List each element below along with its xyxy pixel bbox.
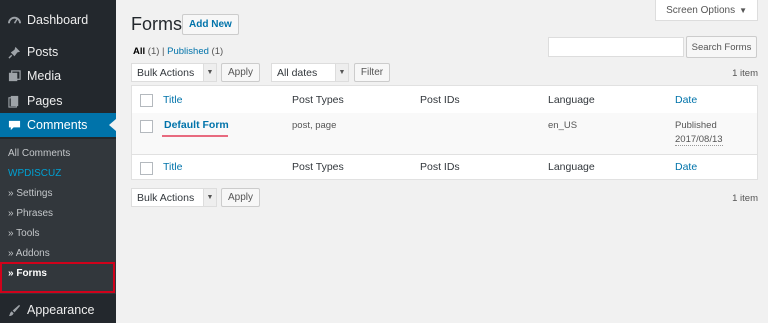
row-checkbox[interactable]: [140, 120, 153, 133]
dates-value: All dates: [277, 66, 318, 79]
filter-published-count: (1): [211, 46, 224, 57]
status-filter-links: All (1) | Published (1): [133, 46, 223, 57]
column-post-ids: Post IDs: [420, 94, 460, 106]
column-date[interactable]: Date: [675, 94, 697, 106]
page-title: Forms: [131, 14, 182, 34]
submenu-addons[interactable]: » Addons: [8, 248, 50, 259]
table-footer-row: Title Post Types Post IDs Language Date: [132, 154, 757, 180]
title-underline-annotation: [162, 135, 228, 137]
search-input[interactable]: [548, 37, 684, 57]
menu-pages[interactable]: Pages: [0, 89, 116, 113]
menu-appearance[interactable]: Appearance: [0, 298, 116, 322]
table-header-row: Title Post Types Post IDs Language Date: [132, 86, 757, 114]
column-language: Language: [548, 161, 595, 173]
apply-button-bottom[interactable]: Apply: [221, 188, 260, 207]
select-all-checkbox[interactable]: [140, 162, 153, 175]
column-post-ids: Post IDs: [420, 161, 460, 173]
items-count-bottom: 1 item: [732, 193, 758, 204]
screen-options-button[interactable]: Screen Options ▼: [655, 0, 758, 21]
comment-icon: [7, 118, 21, 132]
filter-separator: |: [162, 46, 165, 57]
chevron-down-icon: ▼: [335, 64, 348, 81]
dates-select[interactable]: All dates ▼: [271, 63, 349, 82]
column-language: Language: [548, 94, 595, 106]
bulk-actions-select[interactable]: Bulk Actions ▼: [131, 63, 217, 82]
submenu-wpdiscuz[interactable]: WPDISCUZ: [8, 168, 61, 179]
search-forms-button[interactable]: Search Forms: [686, 36, 757, 58]
paintbrush-icon: [7, 303, 21, 317]
menu-comments[interactable]: Comments: [0, 113, 116, 137]
menu-label: Comments: [27, 118, 88, 132]
table-row: Default Form post, page en_US Published …: [132, 113, 757, 154]
add-new-button[interactable]: Add New: [182, 14, 239, 35]
row-language: en_US: [548, 120, 578, 131]
column-post-types: Post Types: [292, 94, 344, 106]
menu-label: Media: [27, 69, 62, 83]
screen-options-label: Screen Options: [666, 4, 736, 16]
pin-icon: [7, 45, 21, 59]
submenu-phrases[interactable]: » Phrases: [8, 208, 53, 219]
row-date-value: 2017/08/13: [675, 134, 723, 146]
apply-button[interactable]: Apply: [221, 63, 260, 82]
menu-dashboard[interactable]: Dashboard: [0, 8, 116, 32]
pages-icon: [7, 94, 21, 108]
bulk-actions-value: Bulk Actions: [137, 191, 195, 204]
menu-media[interactable]: Media: [0, 64, 116, 88]
menu-label: Pages: [27, 94, 63, 108]
row-post-types: post, page: [292, 120, 337, 131]
column-title[interactable]: Title: [163, 94, 182, 106]
filter-button[interactable]: Filter: [354, 63, 390, 82]
submenu-tools[interactable]: » Tools: [8, 228, 40, 239]
chevron-down-icon: ▼: [203, 189, 216, 206]
items-count: 1 item: [732, 68, 758, 79]
forms-highlight-box: [0, 262, 115, 293]
menu-posts[interactable]: Posts: [0, 40, 116, 64]
row-date-status: Published: [675, 120, 717, 131]
media-icon: [7, 69, 21, 83]
bulk-actions-value: Bulk Actions: [137, 66, 195, 79]
column-post-types: Post Types: [292, 161, 344, 173]
filter-published-link[interactable]: Published: [167, 46, 209, 57]
dashboard-icon: [7, 13, 21, 27]
main-content: Screen Options ▼ Forms Add New All (1) |…: [116, 0, 768, 323]
admin-sidebar: Dashboard Posts Media Pages Comments All…: [0, 0, 116, 323]
forms-table: Title Post Types Post IDs Language Date …: [131, 85, 758, 180]
bulk-actions-select-bottom[interactable]: Bulk Actions ▼: [131, 188, 217, 207]
filter-all-link[interactable]: All: [133, 46, 145, 57]
chevron-down-icon: ▼: [203, 64, 216, 81]
menu-label: Dashboard: [27, 13, 89, 27]
form-title-link[interactable]: Default Form: [164, 119, 229, 131]
menu-label: Appearance: [27, 303, 95, 317]
select-all-checkbox[interactable]: [140, 94, 153, 107]
menu-label: Posts: [27, 45, 59, 59]
filter-all-count: (1): [147, 46, 160, 57]
chevron-down-icon: ▼: [739, 5, 747, 15]
column-title[interactable]: Title: [163, 161, 182, 173]
column-date[interactable]: Date: [675, 161, 697, 173]
submenu-all-comments[interactable]: All Comments: [8, 148, 70, 159]
submenu-settings[interactable]: » Settings: [8, 188, 52, 199]
